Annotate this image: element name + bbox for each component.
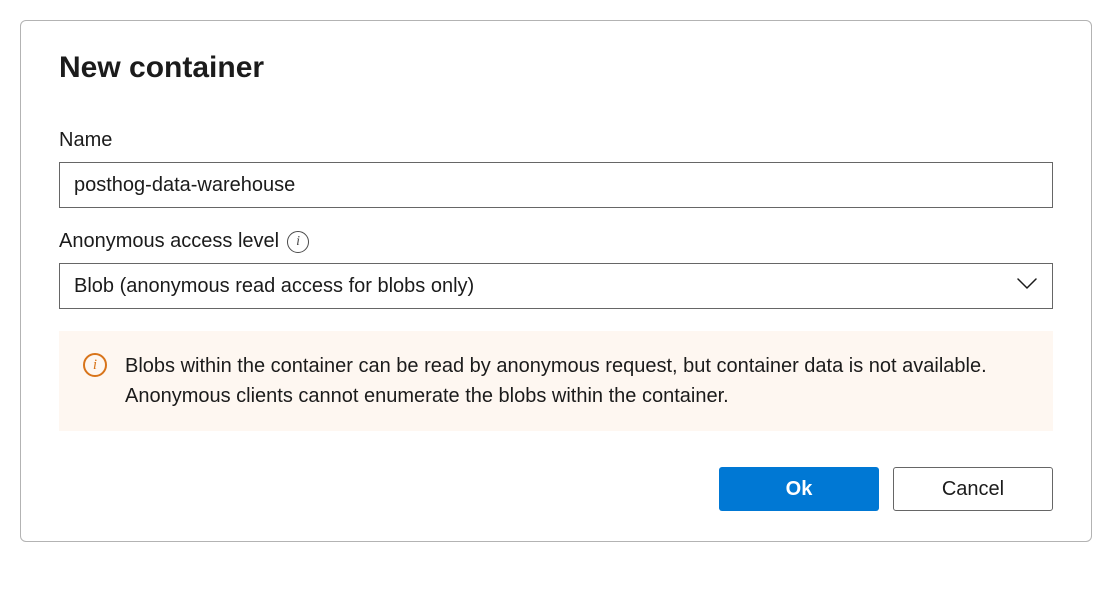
ok-button[interactable]: Ok bbox=[719, 467, 879, 511]
access-level-select[interactable]: Blob (anonymous read access for blobs on… bbox=[59, 263, 1053, 309]
access-level-label-text: Anonymous access level bbox=[59, 230, 279, 253]
dialog-title: New container bbox=[59, 51, 1053, 85]
name-input[interactable] bbox=[59, 162, 1053, 208]
access-level-select-wrapper: Blob (anonymous read access for blobs on… bbox=[59, 263, 1053, 309]
access-level-selected-value: Blob (anonymous read access for blobs on… bbox=[74, 275, 474, 298]
warning-info-icon: i bbox=[83, 353, 107, 377]
new-container-dialog: New container Name Anonymous access leve… bbox=[20, 20, 1092, 542]
access-level-label: Anonymous access level i bbox=[59, 230, 1053, 253]
name-field-group: Name bbox=[59, 129, 1053, 208]
info-banner: i Blobs within the container can be read… bbox=[59, 331, 1053, 431]
name-label: Name bbox=[59, 129, 1053, 152]
info-icon[interactable]: i bbox=[287, 231, 309, 253]
button-row: Ok Cancel bbox=[59, 467, 1053, 511]
cancel-button[interactable]: Cancel bbox=[893, 467, 1053, 511]
banner-text: Blobs within the container can be read b… bbox=[125, 351, 1029, 411]
access-level-field-group: Anonymous access level i Blob (anonymous… bbox=[59, 230, 1053, 309]
